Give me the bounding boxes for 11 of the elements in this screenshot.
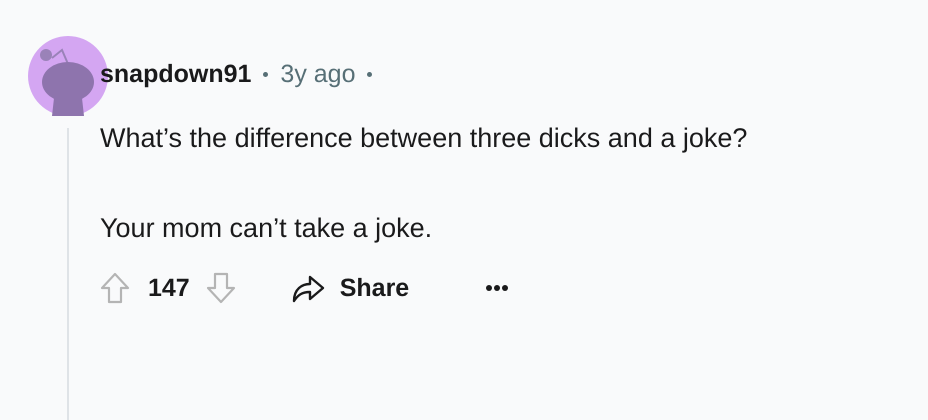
separator-dot <box>367 72 372 76</box>
downvote-icon[interactable] <box>206 272 236 304</box>
timestamp: 3y ago <box>280 60 356 88</box>
share-button[interactable]: Share <box>290 273 410 303</box>
comment-text: What’s the difference between three dicks and a joke? <box>100 122 748 155</box>
comment-text: Your mom can’t take a joke. <box>100 212 434 245</box>
vote-count: 147 <box>148 274 190 302</box>
username[interactable]: snapdown91 <box>100 60 252 88</box>
upvote-icon[interactable] <box>100 272 130 304</box>
more-options-icon[interactable] <box>485 284 510 292</box>
separator-dot <box>263 72 268 76</box>
